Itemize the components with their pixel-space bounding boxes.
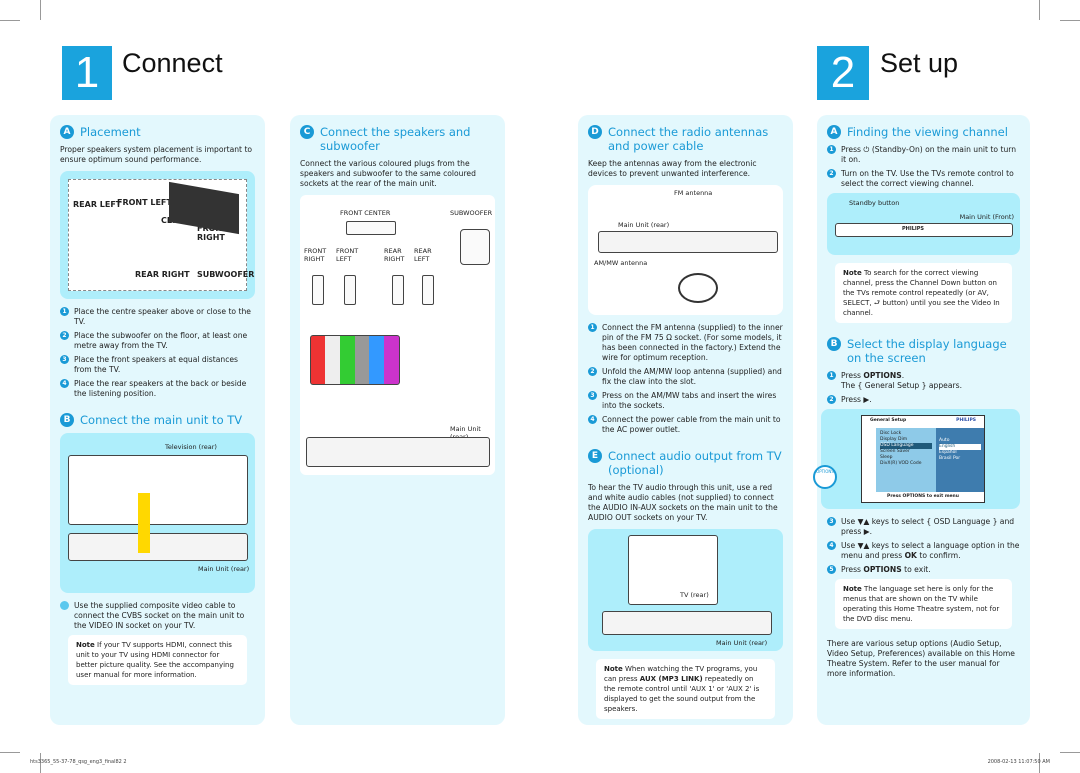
- label-rear-right: REAR RIGHT: [384, 247, 405, 263]
- antenna-step-2: Unfold the AM/MW loop antenna (supplied)…: [602, 367, 782, 386]
- label-rear-left: REAR LEFT: [73, 200, 122, 209]
- badge-b: B: [60, 413, 74, 427]
- front-panel-figure: Standby button Main Unit (Front) PHILIPS: [827, 193, 1020, 255]
- tv-rear-label: TV (rear): [680, 591, 709, 599]
- general-setup-menu: General Setup PHILIPS Disc Lock Display Di…: [861, 415, 985, 503]
- panel-antennas: D Connect the radio antennas and power ca…: [578, 115, 793, 725]
- viewing-step-2: Turn on the TV. Use the TVs remote contr…: [841, 169, 1014, 188]
- speakers-intro: Connect the various coloured plugs from …: [300, 159, 476, 188]
- badge-e: E: [588, 449, 602, 463]
- video-cable: [138, 493, 150, 553]
- label-front-center: FRONT CENTER: [340, 209, 391, 217]
- speaker-wiring-figure: FRONT CENTER SUBWOOFER FRONT RIGHT FRONT…: [300, 195, 495, 475]
- setup-outro: There are various setup options (Audio S…: [827, 639, 1015, 678]
- antenna-step-1: Connect the FM antenna (supplied) to the…: [602, 323, 783, 362]
- speaker-plug-panel: [310, 335, 400, 385]
- brand-logo: PHILIPS: [902, 226, 925, 232]
- language-note: Note The language set here is only for t…: [835, 579, 1012, 629]
- main-to-tv-step: Use the supplied composite video cable t…: [74, 601, 245, 630]
- label-rear-right: REAR RIGHT: [135, 270, 190, 279]
- panel-setup: A Finding the viewing channel 1 Press ⏻ (S…: [813, 115, 1030, 725]
- placement-step-3: Place the front speakers at equal distan…: [74, 355, 239, 374]
- badge-b-setup: B: [827, 337, 841, 351]
- placement-title: Placement: [80, 125, 141, 139]
- section-number-1: 1: [62, 46, 112, 100]
- main-unit-front-illustration: PHILIPS: [835, 223, 1013, 237]
- menu-option[interactable]: Brasil Por: [939, 456, 981, 462]
- subwoofer-speaker: [460, 229, 490, 265]
- audio-out-figure: TV (rear) Main Unit (rear): [588, 529, 783, 651]
- section-number-2: 2: [817, 46, 869, 100]
- menu-item[interactable]: DivX(R) VOD Code: [880, 461, 932, 467]
- tv-rear-illustration: [68, 455, 248, 525]
- antenna-figure: FM antenna Main Unit (rear) AM/MW antenn…: [588, 185, 783, 315]
- language-step-1-sub: The { General Setup } appears.: [841, 381, 962, 390]
- main-unit-rear-illustration: [306, 437, 490, 467]
- viewing-step-1: Press ⏻ (Standby-On) on the main unit to…: [841, 145, 1017, 164]
- main-to-tv-note: Note If your TV supports HDMI, connect t…: [68, 635, 247, 685]
- audio-out-note: Note When watching the TV programs, you …: [596, 659, 775, 719]
- placement-heading: A Placement: [60, 125, 255, 139]
- front-left-speaker: [344, 275, 356, 305]
- panel-placement: A Placement Proper speakers system placem…: [50, 115, 265, 725]
- viewing-note: Note To search for the correct viewing c…: [835, 263, 1012, 323]
- antenna-step-3: Press on the AM/MW tabs and insert the w…: [602, 391, 777, 410]
- placement-step-2: Place the subwoofer on the floor, at lea…: [74, 331, 248, 350]
- front-right-speaker: [312, 275, 324, 305]
- badge-a-setup: A: [827, 125, 841, 139]
- label-front-right: FRONT RIGHT: [304, 247, 327, 263]
- antennas-title: Connect the radio antennas and power cab…: [608, 125, 769, 153]
- label-subwoofer: SUBWOOFER: [450, 209, 493, 217]
- center-speaker: [346, 221, 396, 235]
- label-subwoofer: SUBWOOFER: [197, 270, 255, 279]
- label-main-unit-rear: Main Unit (rear): [618, 221, 670, 229]
- label-fm-antenna: FM antenna: [674, 189, 713, 197]
- rear-left-speaker: [422, 275, 434, 305]
- badge-a: A: [60, 125, 74, 139]
- language-step-3: Use ▼▲ keys to select { OSD Language } a…: [841, 517, 1015, 536]
- panel-speakers: C Connect the speakers and subwoofer Conn…: [290, 115, 505, 725]
- audio-out-intro: To hear the TV audio through this unit, …: [588, 483, 778, 522]
- section-title-connect: Connect: [122, 48, 223, 78]
- footer-timestamp: 2008-02-13 11:07:50 AM: [987, 759, 1050, 765]
- language-step-2: Press ▶.: [841, 395, 872, 404]
- main-to-tv-title: Connect the main unit to TV: [80, 413, 243, 427]
- options-button: OPTIONS: [813, 465, 837, 489]
- footer-file: hts3365_55-37-78_qsg_eng3_final82 2: [30, 759, 127, 765]
- main-unit-rear-illustration: [68, 533, 248, 561]
- label-front-left: FRONT LEFT: [336, 247, 359, 263]
- placement-intro: Proper speakers system placement is impo…: [60, 145, 253, 164]
- tv-illustration: [169, 181, 239, 235]
- menu-footer: Press OPTIONS to exit menu: [887, 494, 959, 499]
- language-title: Select the display language on the scree…: [847, 337, 1007, 365]
- label-rear-left: REAR LEFT: [414, 247, 432, 263]
- main-unit-rear-illustration: [602, 611, 772, 635]
- main-unit-rear-label: Main Unit (rear): [716, 639, 768, 647]
- antenna-step-4: Connect the power cable from the main un…: [602, 415, 781, 434]
- tv-rear-label: Television (rear): [165, 443, 217, 451]
- main-unit-rear-illustration: [598, 231, 778, 253]
- am-loop-antenna: [678, 273, 718, 303]
- badge-c: C: [300, 125, 314, 139]
- placement-step-1: Place the centre speaker above or close …: [74, 307, 251, 326]
- audio-out-title: Connect audio output from TV (optional): [608, 449, 782, 477]
- menu-title: General Setup: [870, 418, 907, 423]
- speakers-title: Connect the speakers and subwoofer: [320, 125, 471, 153]
- label-am-antenna: AM/MW antenna: [594, 259, 648, 267]
- tv-connection-figure: Television (rear) Main Unit (rear): [60, 433, 255, 593]
- label-front-left: FRONT LEFT: [117, 198, 172, 207]
- room-placement-figure: REAR LEFT FRONT LEFT CENTER FRONT RIGHT …: [60, 171, 255, 299]
- section-title-setup: Set up: [880, 48, 959, 78]
- setup-menu-figure: General Setup PHILIPS Disc Lock Display Di…: [813, 409, 1020, 509]
- antennas-intro: Keep the antennas away from the electron…: [588, 159, 757, 178]
- badge-d: D: [588, 125, 602, 139]
- label-main-unit-front: Main Unit (Front): [959, 213, 1014, 221]
- rear-right-speaker: [392, 275, 404, 305]
- label-standby-button: Standby button: [849, 199, 900, 207]
- main-unit-rear-label: Main Unit (rear): [198, 565, 250, 573]
- menu-brand: PHILIPS: [956, 418, 976, 423]
- placement-step-4: Place the rear speakers at the back or b…: [74, 379, 247, 398]
- viewing-title: Finding the viewing channel: [847, 125, 1008, 139]
